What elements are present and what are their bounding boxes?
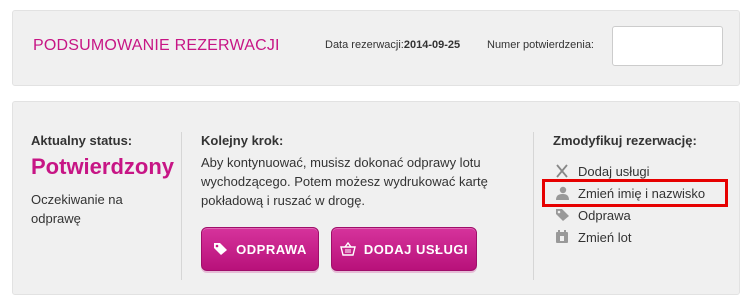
modify-reservation-heading: Zmodyfikuj rezerwację: — [553, 133, 697, 148]
modify-item-label: Dodaj usługi — [578, 163, 650, 179]
modify-item-label: Zmień lot — [578, 229, 632, 245]
reservation-date: Data rezerwacji:2014-09-25 — [325, 39, 460, 51]
modify-item-add-services[interactable]: Dodaj usługi — [553, 160, 733, 182]
fork-knife-icon — [553, 163, 571, 179]
checkin-button[interactable]: ODPRAWA — [201, 227, 319, 271]
tag-icon — [213, 242, 228, 256]
reservation-summary-panel: PODSUMOWANIE REZERWACJI Data rezerwacji:… — [12, 10, 740, 86]
reservation-status-panel: Aktualny status: Potwierdzony Oczekiwani… — [12, 101, 740, 295]
confirmation-number-label: Numer potwierdzenia: — [487, 39, 594, 51]
modify-item-checkin[interactable]: Odprawa — [553, 204, 733, 226]
column-divider — [181, 132, 182, 280]
current-status-heading: Aktualny status: — [31, 133, 133, 148]
tag-icon — [553, 207, 571, 223]
modify-item-change-flight[interactable]: Zmień lot — [553, 226, 733, 248]
calendar-icon — [553, 229, 571, 245]
person-icon — [553, 185, 571, 201]
confirmation-number-field[interactable] — [612, 26, 723, 66]
summary-title: PODSUMOWANIE REZERWACJI — [33, 37, 280, 54]
modify-item-change-name[interactable]: Zmień imię i nazwisko — [542, 179, 728, 207]
modify-item-label: Odprawa — [578, 207, 631, 223]
modify-options-list: Dodaj usługi Zmień imię i nazwisko Odpra… — [542, 160, 733, 248]
add-services-button[interactable]: DODAJ USŁUGI — [331, 227, 477, 271]
reservation-date-label: Data rezerwacji: — [325, 39, 404, 51]
status-value: Potwierdzony — [31, 154, 175, 179]
modify-item-label: Zmień imię i nazwisko — [578, 185, 706, 201]
column-divider — [533, 132, 534, 280]
basket-icon — [339, 242, 356, 256]
reservation-date-value: 2014-09-25 — [403, 39, 461, 51]
checkin-button-label: ODPRAWA — [236, 241, 307, 257]
add-services-button-label: DODAJ USŁUGI — [363, 241, 469, 257]
status-description: Oczekiwanie na odprawę — [31, 192, 123, 226]
next-step-heading: Kolejny krok: — [201, 133, 284, 148]
next-step-text: Aby kontynuować, musisz dokonać odprawy … — [201, 155, 488, 208]
